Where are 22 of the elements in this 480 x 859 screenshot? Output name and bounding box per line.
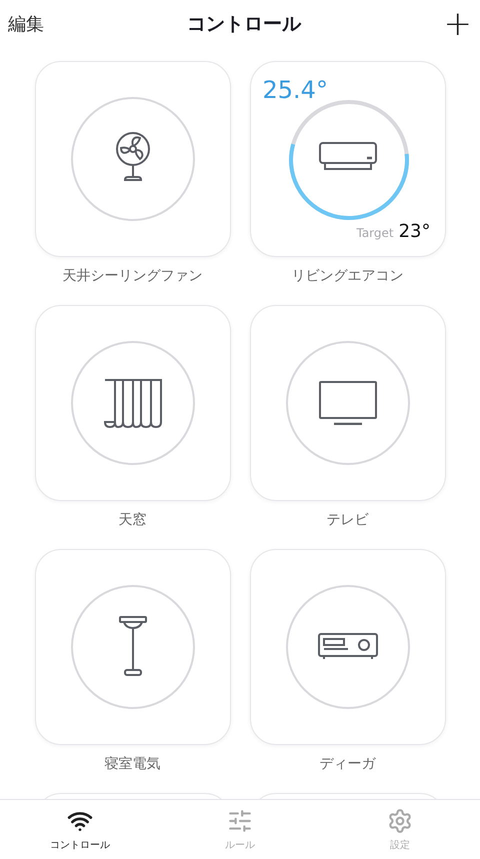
device-label: ディーガ: [320, 755, 376, 773]
target-temperature: 23°: [398, 221, 430, 242]
device-card[interactable]: 25.4° Target 23°: [250, 61, 446, 257]
current-temperature: 25.4°: [262, 76, 328, 104]
device-label: 寝室電気: [104, 755, 160, 773]
target-label: Target: [356, 226, 394, 240]
air-conditioner-icon: [318, 142, 376, 172]
curtain-icon: [104, 378, 162, 428]
device-label: リビングエアコン: [292, 267, 404, 285]
settings-icon: [387, 808, 413, 834]
tv-icon: [318, 381, 376, 425]
device-label: テレビ: [326, 511, 368, 529]
add-button[interactable]: +: [444, 7, 472, 41]
sliders-icon: [227, 808, 253, 834]
receiver-icon: [318, 633, 378, 661]
device-label: 天井シーリングファン: [62, 267, 202, 285]
device-card[interactable]: [34, 305, 230, 501]
edit-button[interactable]: 編集: [8, 12, 44, 36]
tab[interactable]: コントロール: [0, 800, 160, 859]
page-title: コントロール: [186, 12, 301, 37]
lamp-icon: [118, 616, 148, 678]
device-label: 天窓: [118, 511, 146, 529]
